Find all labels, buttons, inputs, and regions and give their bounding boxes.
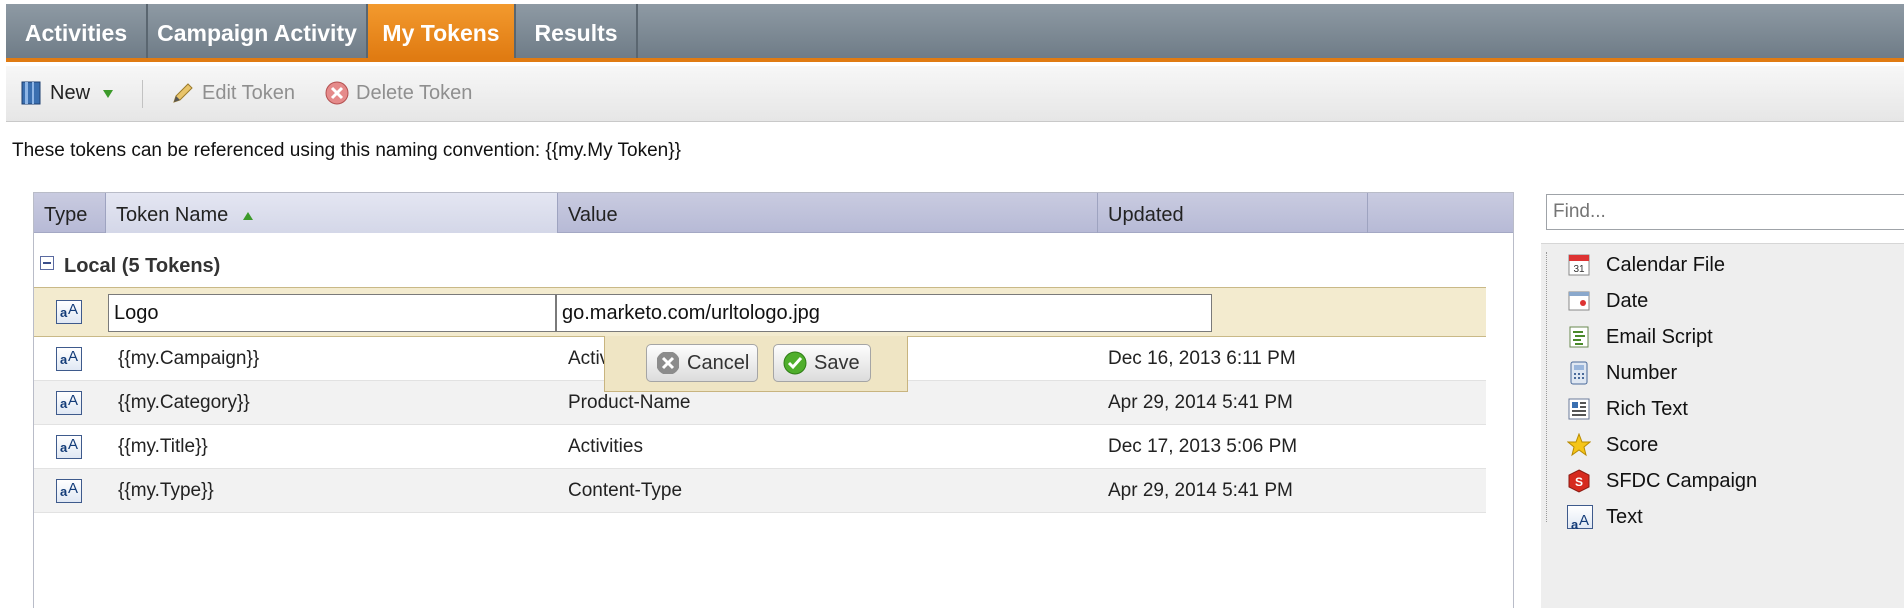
token-type-label: Rich Text (1606, 398, 1688, 420)
token-type-label: Number (1606, 362, 1678, 384)
tab-results[interactable]: Results (516, 4, 638, 58)
edit-row (34, 287, 1486, 337)
token-value-cell: Content-Type (568, 480, 683, 501)
cancel-button[interactable]: Cancel (646, 344, 758, 382)
text-type-icon (56, 347, 82, 371)
group-label: Local (5 Tokens) (64, 255, 221, 277)
text-icon (1567, 505, 1593, 540)
table-row[interactable]: {{my.Title}} Activities Dec 17, 2013 5:0… (34, 425, 1486, 469)
token-name-cell: {{my.Title}} (118, 436, 208, 457)
toolbar: New Edit Token Delete Token (6, 66, 1904, 122)
tree-line (1546, 252, 1547, 522)
token-name-input[interactable] (108, 294, 556, 332)
date-icon (1568, 291, 1590, 311)
toolbar-separator (142, 80, 143, 108)
token-type-label: Score (1606, 434, 1659, 456)
tab-my-tokens[interactable]: My Tokens (368, 4, 516, 58)
column-token-name[interactable]: Token Name (106, 193, 558, 233)
token-type-label: Email Script (1606, 326, 1713, 348)
text-type-icon (56, 300, 82, 324)
naming-convention-hint: These tokens can be referenced using thi… (12, 140, 681, 161)
save-label: Save (814, 352, 860, 374)
token-name-cell: {{my.Category}} (118, 392, 250, 413)
column-type[interactable]: Type (34, 193, 106, 233)
token-type-label: Calendar File (1606, 254, 1725, 276)
tab-bar: Activities Campaign Activity My Tokens R… (6, 4, 1904, 62)
cancel-label: Cancel (687, 352, 750, 374)
new-label: New (50, 82, 91, 104)
svg-text:31: 31 (1573, 264, 1585, 275)
svg-text:S: S (1575, 475, 1583, 489)
grid-header: Type Token Name Value Updated (34, 193, 1513, 233)
checkmark-icon (783, 351, 807, 375)
sfdc-icon: S (1568, 469, 1590, 493)
edit-token-label: Edit Token (202, 82, 296, 104)
rich-text-icon (1568, 398, 1590, 420)
edit-actions-popup: Cancel Save (604, 336, 908, 392)
book-icon (21, 81, 41, 105)
token-type-label: Text (1606, 506, 1643, 528)
column-token-name-label: Token Name (116, 204, 229, 226)
column-value[interactable]: Value (558, 193, 1098, 233)
sort-ascending-icon (242, 212, 253, 220)
tab-campaign-activity[interactable]: Campaign Activity (148, 4, 368, 58)
token-types-panel (1541, 243, 1904, 608)
token-grid: Type Token Name Value Updated Local (5 T… (33, 192, 1514, 608)
group-local[interactable]: Local (5 Tokens) (40, 255, 220, 278)
star-icon (1567, 433, 1591, 457)
text-type-icon (56, 435, 82, 459)
save-button[interactable]: Save (773, 344, 871, 382)
column-updated[interactable]: Updated (1098, 193, 1368, 233)
token-name-cell: {{my.Campaign}} (118, 348, 260, 369)
collapse-icon[interactable] (40, 256, 54, 270)
pencil-icon (173, 83, 193, 103)
token-type-label: Date (1606, 290, 1649, 312)
tab-activities[interactable]: Activities (6, 4, 148, 58)
token-name-cell: {{my.Type}} (118, 480, 214, 501)
delete-token-label: Delete Token (356, 82, 473, 104)
calendar-icon: 31 (1568, 254, 1590, 276)
text-type-icon (56, 391, 82, 415)
updated-cell: Apr 29, 2014 5:41 PM (1108, 392, 1293, 413)
token-value-input[interactable] (556, 294, 1212, 332)
script-icon (1569, 326, 1589, 348)
updated-cell: Apr 29, 2014 5:41 PM (1108, 480, 1293, 501)
find-input[interactable] (1546, 194, 1904, 230)
delete-icon (325, 81, 349, 105)
table-row[interactable]: {{my.Type}} Content-Type Apr 29, 2014 5:… (34, 469, 1486, 513)
token-value-cell: Activities (568, 436, 643, 457)
text-type-icon (56, 479, 82, 503)
cancel-icon (657, 352, 679, 374)
updated-cell: Dec 16, 2013 6:11 PM (1108, 348, 1296, 369)
calculator-icon (1570, 361, 1588, 385)
token-type-label: SFDC Campaign (1606, 470, 1758, 492)
updated-cell: Dec 17, 2013 5:06 PM (1108, 436, 1298, 457)
dropdown-arrow-icon (103, 90, 113, 98)
